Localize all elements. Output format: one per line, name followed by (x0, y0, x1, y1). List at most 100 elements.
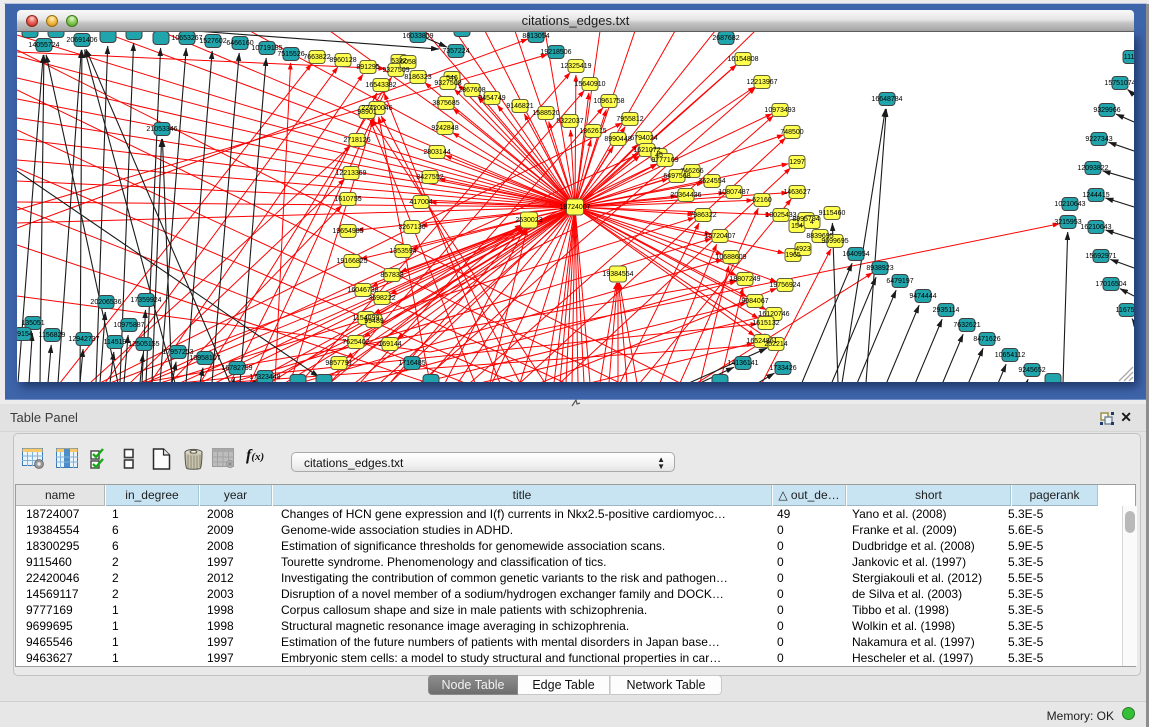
svg-text:17359924: 17359924 (130, 297, 161, 304)
svg-text:12325419: 12325419 (560, 63, 591, 70)
svg-text:20691406: 20691406 (66, 37, 97, 44)
svg-text:3698222: 3698222 (368, 295, 395, 302)
svg-text:19384554: 19384554 (602, 271, 633, 278)
svg-text:154: 154 (791, 223, 803, 230)
svg-text:98901: 98901 (357, 109, 377, 116)
svg-text:2867608: 2867608 (458, 87, 485, 94)
svg-text:2687682: 2687682 (712, 35, 739, 42)
svg-text:1610755: 1610755 (334, 196, 361, 203)
svg-text:9084067: 9084067 (741, 298, 768, 305)
svg-text:9329966: 9329966 (1093, 107, 1120, 114)
svg-text:12213369: 12213369 (335, 170, 366, 177)
svg-text:15640910: 15640910 (574, 81, 605, 88)
svg-text:3624554: 3624554 (698, 178, 725, 185)
svg-text:9227343: 9227343 (1085, 136, 1112, 143)
svg-text:8938923: 8938923 (866, 265, 893, 272)
svg-text:16782759: 16782759 (221, 365, 252, 372)
svg-text:6794024: 6794024 (630, 135, 657, 142)
svg-text:7663822: 7663822 (303, 54, 330, 61)
svg-text:1527602: 1527602 (199, 38, 226, 45)
svg-text:3875685: 3875685 (432, 100, 459, 107)
svg-text:99489: 99489 (364, 318, 384, 325)
svg-text:1112: 1112 (1124, 54, 1134, 61)
svg-text:1640954: 1640954 (842, 251, 869, 258)
svg-text:19654985: 19654985 (332, 228, 363, 235)
svg-text:15692971: 15692971 (1085, 253, 1116, 260)
svg-text:8471626: 8471626 (973, 336, 1000, 343)
svg-text:6479197: 6479197 (886, 278, 913, 285)
svg-text:12505155: 12505155 (128, 341, 159, 348)
svg-text:18807249: 18807249 (729, 276, 760, 283)
svg-text:8813054: 8813054 (522, 33, 549, 40)
svg-text:10973493: 10973493 (764, 107, 795, 114)
svg-text:20364436: 20364436 (670, 192, 701, 199)
svg-text:17323448: 17323448 (249, 374, 280, 381)
svg-text:8960128: 8960128 (329, 57, 356, 64)
svg-text:1615132: 1615132 (752, 320, 779, 327)
svg-text:16648784: 16648784 (871, 96, 902, 103)
svg-text:7625402: 7625402 (342, 339, 369, 346)
svg-text:9245652: 9245652 (1018, 367, 1045, 374)
svg-text:1463627: 1463627 (783, 189, 810, 196)
svg-text:857833: 857833 (380, 272, 403, 279)
svg-text:3215953: 3215953 (1054, 219, 1081, 226)
svg-text:10653267: 10653267 (171, 35, 202, 42)
svg-text:135051: 135051 (21, 320, 44, 327)
svg-text:16154808: 16154808 (727, 56, 758, 63)
svg-text:10975887: 10975887 (113, 322, 144, 329)
svg-text:1353594: 1353594 (389, 248, 416, 255)
svg-text:6058: 6058 (400, 59, 416, 66)
svg-text:116753: 116753 (1116, 307, 1134, 314)
svg-text:169144: 169144 (378, 341, 401, 348)
svg-text:7986322: 7986322 (689, 212, 716, 219)
svg-text:1297: 1297 (789, 159, 805, 166)
svg-text:2803144: 2803144 (423, 149, 450, 156)
svg-text:8427552: 8427552 (416, 174, 443, 181)
svg-text:16543382: 16543382 (365, 82, 396, 89)
svg-text:1588520: 1588520 (532, 110, 559, 117)
svg-text:10654112: 10654112 (995, 352, 1026, 359)
svg-text:2718126: 2718126 (343, 137, 370, 144)
svg-text:1362615: 1362615 (579, 128, 606, 135)
svg-text:3267130: 3267130 (398, 224, 425, 231)
svg-text:8990448: 8990448 (604, 136, 631, 143)
svg-text:19756924: 19756924 (769, 282, 800, 289)
svg-text:16033809: 16033809 (402, 33, 433, 40)
svg-text:10958107: 10958107 (189, 355, 220, 362)
svg-text:7357224: 7357224 (442, 48, 469, 55)
svg-text:9474444: 9474444 (909, 293, 936, 300)
svg-text:7632621: 7632621 (953, 322, 980, 329)
svg-text:16210643: 16210643 (1080, 224, 1111, 231)
svg-text:114519: 114519 (104, 339, 127, 346)
svg-text:19166825: 19166825 (336, 258, 367, 265)
svg-text:1733426: 1733426 (769, 365, 796, 372)
svg-text:1156829: 1156829 (39, 332, 66, 339)
svg-text:39154: 39154 (17, 331, 33, 338)
svg-text:5322037: 5322037 (556, 118, 583, 125)
svg-text:1716485: 1716485 (398, 360, 425, 367)
svg-text:1965: 1965 (785, 252, 801, 259)
svg-text:17016504: 17016504 (1095, 281, 1126, 288)
svg-text:9327508: 9327508 (434, 80, 461, 87)
svg-text:9146821: 9146821 (506, 103, 533, 110)
svg-text:417004: 417004 (409, 199, 432, 206)
svg-text:12942737: 12942737 (68, 336, 99, 343)
svg-text:10807487: 10807487 (718, 189, 749, 196)
svg-text:2530023: 2530023 (515, 217, 542, 224)
svg-text:9857791: 9857791 (325, 360, 352, 367)
svg-text:16046738: 16046738 (347, 287, 378, 294)
svg-text:9115460: 9115460 (819, 210, 846, 217)
svg-text:9327509: 9327509 (382, 67, 409, 74)
svg-text:19218506: 19218506 (540, 49, 571, 56)
svg-text:252214: 252214 (764, 341, 787, 348)
svg-text:7955812: 7955812 (616, 116, 643, 123)
svg-text:21053346: 21053346 (146, 126, 177, 133)
svg-text:8839695: 8839695 (806, 233, 833, 240)
svg-text:62160: 62160 (752, 197, 772, 204)
svg-text:8186323: 8186323 (404, 74, 431, 81)
svg-text:15751074: 15751074 (1104, 80, 1134, 87)
svg-text:2935114: 2935114 (933, 307, 960, 314)
svg-text:891295: 891295 (356, 64, 379, 71)
svg-text:4923: 4923 (795, 246, 811, 253)
svg-text:16120746: 16120746 (758, 311, 789, 318)
